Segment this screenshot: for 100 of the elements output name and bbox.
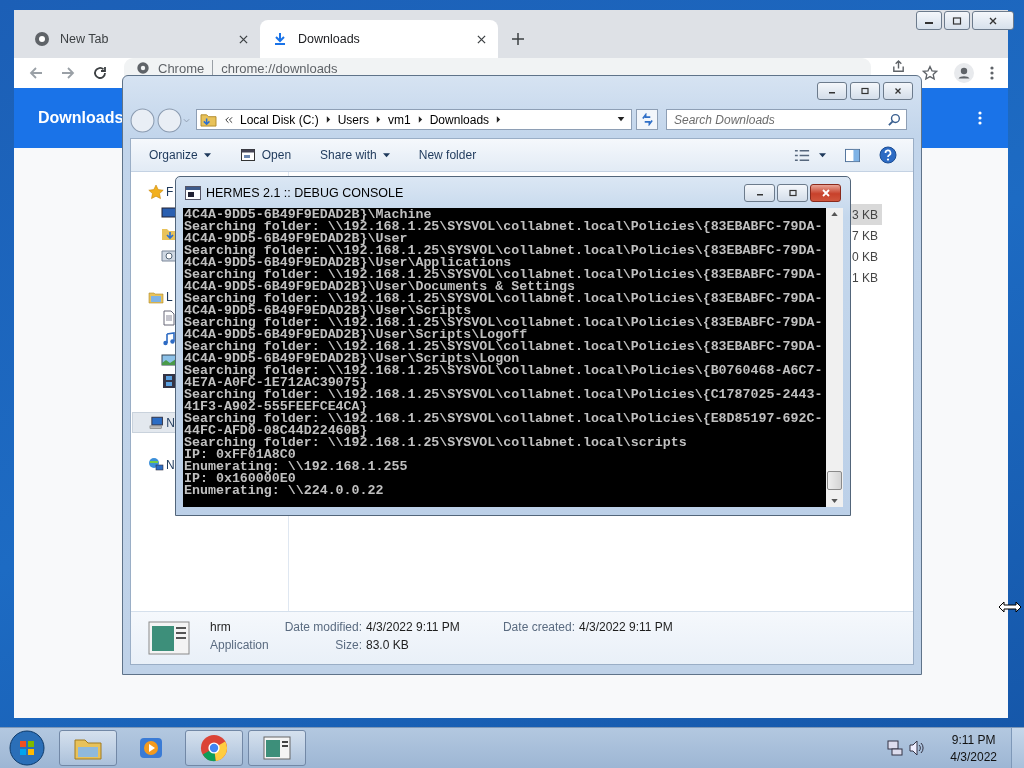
close-icon [893,87,903,95]
nav-item[interactable]: L [148,286,173,307]
breadcrumb-item[interactable]: Downloads [429,112,490,127]
breadcrumb-item[interactable]: vm1 [388,112,411,127]
arrow-up-icon[interactable] [831,212,838,216]
desktop-icon[interactable] [161,204,177,221]
toolbar-button[interactable]: Share with [312,143,398,167]
maximize-button[interactable] [944,11,970,30]
caret-icon[interactable] [617,117,625,122]
console-line: Searching folder: \\192.168.1.25\SYSVOL\collabnet.local\Policies\{E8D85197-692C- [184,413,824,425]
close-button[interactable] [810,183,841,202]
toolbar-button[interactable]: Organize [141,143,219,167]
maximize-button[interactable] [777,183,808,202]
page-title: Downloads [38,109,124,127]
chevron-icon[interactable] [224,115,233,124]
browser-icon [199,734,229,762]
nav-item[interactable]: N [132,412,176,433]
view-options-icon[interactable] [794,147,811,163]
address-bar[interactable]: Local Disk (C:) Users vm1 Downloads [196,109,632,130]
close-icon[interactable] [239,34,248,44]
taskbar-button[interactable] [59,730,117,766]
console-line: Searching folder: \\192.168.1.25\SYSVOL\collabnet.local\scripts [184,437,688,449]
console-line: Enumerating: \\224.0.0.22 [184,485,385,497]
file-row[interactable]: 1 KB [849,267,882,288]
minimize-button[interactable] [916,11,942,30]
scroll-thumb[interactable] [827,471,842,490]
maximize-icon [952,16,962,25]
menu-icon[interactable] [990,65,994,81]
address-bar[interactable]: Chrome chrome://downloads [124,58,871,76]
volume-icon[interactable] [908,739,927,757]
arrow-icon[interactable] [325,116,331,123]
music-icon[interactable] [161,330,177,347]
arrow-icon[interactable] [496,116,502,123]
close-button[interactable] [883,82,913,100]
property-label: Date created: [501,620,575,636]
close-icon [988,16,998,25]
taskbar-button[interactable] [185,730,243,766]
close-icon[interactable] [477,34,486,44]
console-line: Searching folder: \\192.168.1.25\SYSVOL\collabnet.local\Policies\{83EBABFC-79DA- [184,245,824,257]
property-value: 83.0 KB [366,638,410,654]
forward-icon[interactable] [60,65,76,81]
file-row[interactable]: 0 KB [849,246,882,267]
star-icon[interactable] [922,65,938,81]
arrow-down-icon[interactable] [831,499,838,503]
property-label: Size: [334,638,362,654]
close-button[interactable] [972,11,1014,30]
profile-icon[interactable] [954,63,974,83]
console-line: Searching folder: \\192.168.1.25\SYSVOL\collabnet.local\Policies\{83EBABFC-79DA- [184,269,824,281]
console-line: Searching folder: \\192.168.1.25\SYSVOL\collabnet.local\Policies\{B0760468-A6C7- [184,365,824,377]
menu-icon[interactable] [978,110,982,126]
caret-icon [203,152,211,158]
caret-icon[interactable] [819,152,826,158]
console-line: Searching folder: \\192.168.1.25\SYSVOL\collabnet.local\Policies\{83EBABFC-79DA- [184,293,824,305]
back-icon[interactable] [28,65,44,81]
clock-date[interactable]: 4/3/2022 [950,749,997,764]
console-line: 4C4A-9DD5-6B49F9EDAD2B}\User\Scripts [184,305,472,317]
browser-tab[interactable]: Downloads [260,20,498,58]
breadcrumb-item[interactable]: Users [337,112,370,127]
application-icon [148,621,190,655]
caret-icon [382,152,390,158]
breadcrumb-item[interactable]: Local Disk (C:) [240,112,319,127]
clock-time[interactable]: 9:11 PM [951,732,996,747]
application-icon [262,734,292,762]
toolbar-button[interactable]: New folder [410,143,485,167]
file-row[interactable]: 3 KB [849,204,882,225]
scrollbar[interactable] [826,208,843,507]
window-title: HERMES 2.1 :: DEBUG CONSOLE [206,185,404,200]
file-name: hrm [210,620,232,636]
computer-icon [149,414,165,431]
console-line: IP: 0xFF01A8C0 [184,449,296,461]
console-line: 4C4A-9DD5-6B49F9EDAD2B}\User\Applications [184,257,512,269]
film-icon[interactable] [161,372,177,389]
new-tab-icon[interactable] [512,33,524,45]
help-icon[interactable] [879,146,897,164]
reload-icon[interactable] [92,65,108,81]
toolbar-button[interactable]: Open [231,143,300,167]
refresh-button[interactable] [636,109,658,130]
close-icon [819,188,832,197]
arrow-icon[interactable] [417,116,423,123]
file-row[interactable]: 7 KB [849,225,882,246]
console-line: Enumerating: \\192.168.1.255 [184,461,409,473]
console-line: 4C4A-9DD5-6B49F9EDAD2B}\User\Scripts\Logoff [184,329,528,341]
browser-tab[interactable]: New Tab [22,20,260,58]
start-button[interactable] [9,730,45,766]
nav-item[interactable]: F [148,181,174,202]
document-icon[interactable] [161,309,177,326]
property-value: 4/3/2022 9:11 PM [579,620,674,636]
search-field[interactable]: Search Downloads [666,109,907,130]
arrow-icon[interactable] [376,116,382,123]
nav-item[interactable]: N [148,454,175,475]
maximize-icon [786,188,799,197]
taskbar-button[interactable] [248,730,306,766]
console-line: 4C4A-9DD5-6B49F9EDAD2B}\User\Documents & Settings [184,281,575,293]
site-label: Chrome [158,60,205,76]
url-text: chrome://downloads [221,60,338,76]
maximize-button[interactable] [850,82,880,100]
preview-pane-icon[interactable] [844,147,861,163]
console-line: 41F3-A902-555FEEFCE4CA} [184,401,368,413]
network-icon[interactable] [886,739,905,757]
share-icon[interactable] [891,59,906,74]
